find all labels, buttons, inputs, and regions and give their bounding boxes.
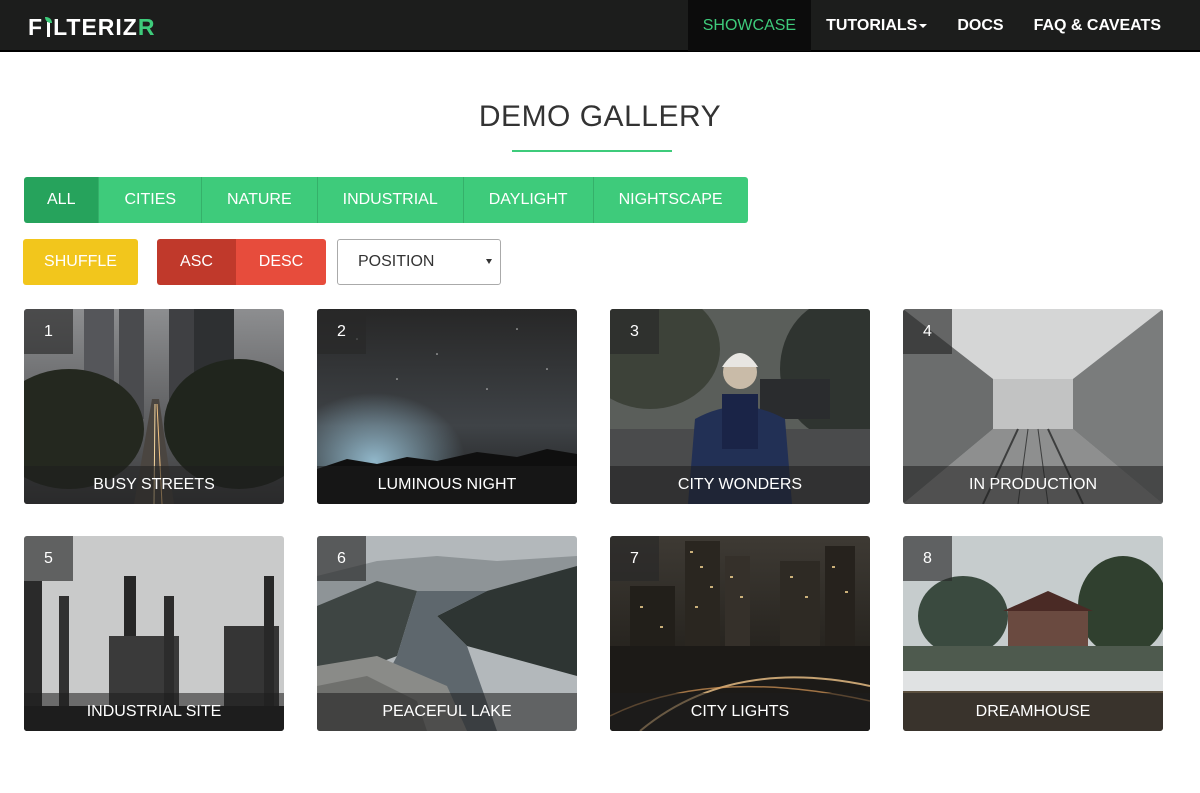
item-caption: CITY WONDERS xyxy=(610,466,870,504)
brand-text-end: R xyxy=(137,13,156,40)
item-caption: PEACEFUL LAKE xyxy=(317,693,577,731)
title-underline xyxy=(512,150,672,152)
filter-nature-button[interactable]: NATURE xyxy=(202,177,318,223)
sort-by-value: POSITION xyxy=(358,253,435,270)
page-title: DEMO GALLERY xyxy=(478,100,722,133)
item-caption: BUSY STREETS xyxy=(24,466,284,504)
nav-item-tutorials[interactable]: TUTORIALS xyxy=(811,0,942,51)
gallery-item-dreamhouse[interactable]: 8 DREAMHOUSE xyxy=(903,536,1163,731)
nav-menu: SHOWCASE TUTORIALS DOCS FAQ & CAVEATS xyxy=(687,0,1176,51)
item-caption: INDUSTRIAL SITE xyxy=(24,693,284,731)
item-number: 6 xyxy=(317,536,366,581)
item-number: 5 xyxy=(24,536,73,581)
item-number: 7 xyxy=(610,536,659,581)
gallery-item-in-production[interactable]: 4 IN PRODUCTION xyxy=(903,309,1163,504)
top-navbar: F LTERIZ R SHOWCASE TUTORIALS DOCS FAQ &… xyxy=(0,0,1200,52)
gallery-item-busy-streets[interactable]: 1 BUSY STREETS xyxy=(24,309,284,504)
sort-desc-button[interactable]: DESC xyxy=(236,239,326,285)
filter-daylight-button[interactable]: DAYLIGHT xyxy=(463,177,594,223)
brand-text-middle: LTERIZ xyxy=(53,13,138,40)
item-caption: CITY LIGHTS xyxy=(610,693,870,731)
item-caption: LUMINOUS NIGHT xyxy=(317,466,577,504)
nav-item-label: FAQ & CAVEATS xyxy=(1033,17,1161,34)
nav-item-label: TUTORIALS xyxy=(826,17,918,34)
sort-asc-button[interactable]: ASC xyxy=(157,239,236,285)
caret-down-icon xyxy=(919,23,928,28)
filter-all-button[interactable]: ALL xyxy=(24,177,100,223)
sort-order-group: ASC DESC xyxy=(157,239,326,285)
leaf-icon xyxy=(44,17,53,37)
nav-item-faq[interactable]: FAQ & CAVEATS xyxy=(1019,0,1176,51)
filter-bar: ALL CITIES NATURE INDUSTRIAL DAYLIGHT NI… xyxy=(24,177,748,223)
nav-item-label: DOCS xyxy=(957,17,1004,34)
gallery-item-industrial-site[interactable]: 5 INDUSTRIAL SITE xyxy=(24,536,284,731)
shuffle-button[interactable]: SHUFFLE xyxy=(23,239,138,285)
item-caption: IN PRODUCTION xyxy=(903,466,1163,504)
item-number: 3 xyxy=(610,309,659,354)
brand-text-start: F xyxy=(28,13,44,40)
item-number: 2 xyxy=(317,309,366,354)
filter-nightscape-button[interactable]: NIGHTSCAPE xyxy=(593,177,748,223)
item-number: 8 xyxy=(903,536,952,581)
nav-item-docs[interactable]: DOCS xyxy=(942,0,1018,51)
filter-industrial-button[interactable]: INDUSTRIAL xyxy=(317,177,464,223)
nav-item-showcase[interactable]: SHOWCASE xyxy=(687,0,812,51)
item-number: 1 xyxy=(24,309,73,354)
gallery-item-luminous-night[interactable]: 2 LUMINOUS NIGHT xyxy=(317,309,577,504)
gallery-item-peaceful-lake[interactable]: 6 PEACEFUL LAKE xyxy=(317,536,577,731)
gallery-item-city-lights[interactable]: 7 CITY LIGHTS xyxy=(610,536,870,731)
sort-by-select[interactable]: POSITION xyxy=(337,239,501,285)
filter-cities-button[interactable]: CITIES xyxy=(99,177,203,223)
nav-item-label: SHOWCASE xyxy=(702,17,797,34)
item-caption: DREAMHOUSE xyxy=(903,693,1163,731)
dropdown-arrow-icon xyxy=(486,259,492,264)
brand-logo[interactable]: F LTERIZ R xyxy=(28,13,155,41)
item-number: 4 xyxy=(903,309,952,354)
gallery-item-city-wonders[interactable]: 3 CITY WONDERS xyxy=(610,309,870,504)
